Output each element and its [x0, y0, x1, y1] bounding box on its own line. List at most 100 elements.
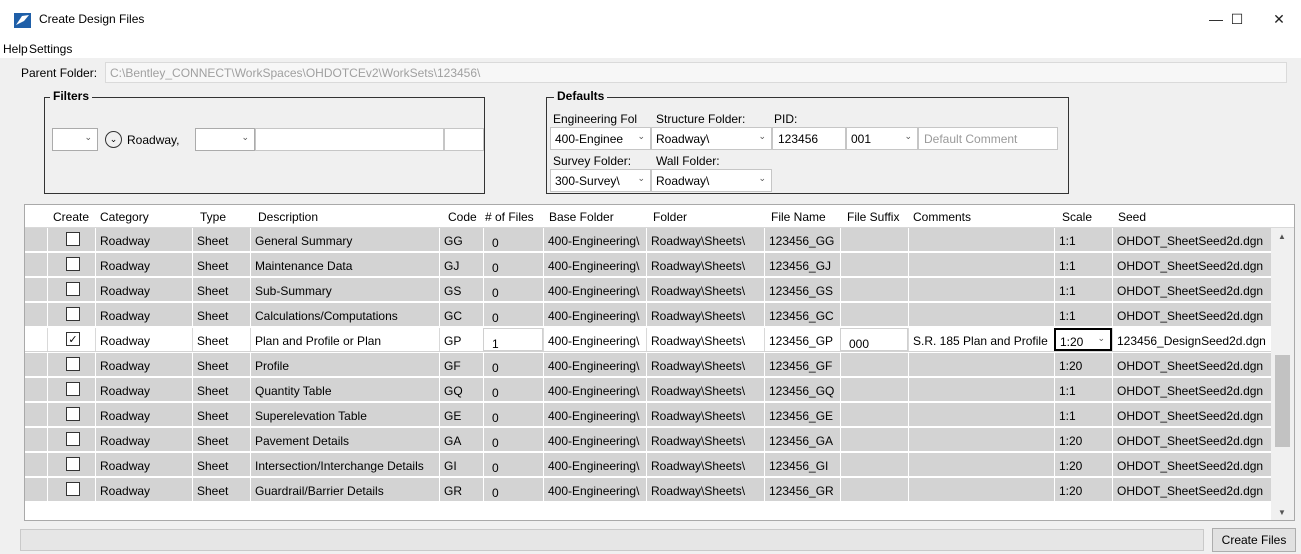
- cell-category: Roadway: [95, 328, 192, 351]
- filter-text-input-2[interactable]: [444, 128, 484, 151]
- table-row[interactable]: Roadway Sheet Sub-Summary GS 0 400-Engineerin…: [25, 278, 1272, 302]
- create-design-files-icon: [14, 13, 31, 28]
- create-checkbox[interactable]: [66, 457, 80, 471]
- table-row[interactable]: Roadway Sheet General Summary GG 0 400-Engine…: [25, 228, 1272, 252]
- wall-folder-combo[interactable]: Roadway\ ⌄: [651, 169, 772, 192]
- create-checkbox[interactable]: ✓: [66, 332, 80, 346]
- row-header[interactable]: [25, 378, 47, 401]
- create-checkbox[interactable]: [66, 482, 80, 496]
- filter-text-input[interactable]: [255, 128, 444, 151]
- cell-folder: Roadway\Sheets\: [646, 228, 764, 251]
- create-checkbox[interactable]: [66, 232, 80, 246]
- create-checkbox[interactable]: [66, 282, 80, 296]
- row-header[interactable]: [25, 478, 47, 501]
- cell-comments: [908, 253, 1054, 276]
- cell-description: General Summary: [250, 228, 439, 251]
- row-header[interactable]: [25, 428, 47, 451]
- cell-files[interactable]: 1: [483, 328, 543, 351]
- parent-folder-input[interactable]: C:\Bentley_CONNECT\WorkSpaces\OHDOTCEv2\…: [105, 62, 1287, 83]
- cell-code: GI: [439, 453, 483, 476]
- create-checkbox[interactable]: [66, 432, 80, 446]
- survey-folder-combo[interactable]: 300-Survey\ ⌄: [550, 169, 651, 192]
- cell-folder: Roadway\Sheets\: [646, 253, 764, 276]
- column-header[interactable]: Folder: [653, 210, 687, 224]
- row-header[interactable]: [25, 278, 47, 301]
- create-cell: [47, 378, 95, 401]
- filter-combo-1[interactable]: ⌄: [52, 128, 98, 151]
- cell-description: Superelevation Table: [250, 403, 439, 426]
- table-row[interactable]: Roadway Sheet Quantity Table GQ 0 400-Enginee…: [25, 378, 1272, 402]
- table-row[interactable]: Roadway Sheet Intersection/Interchange Det…: [25, 453, 1272, 477]
- cell-base: 400-Engineering\: [543, 453, 646, 476]
- close-button[interactable]: ✕: [1256, 0, 1301, 38]
- structure-folder-combo[interactable]: Roadway\ ⌄: [651, 127, 772, 150]
- column-header[interactable]: Code: [448, 210, 477, 224]
- menu-help[interactable]: Help: [3, 42, 28, 56]
- cell-seed: OHDOT_SheetSeed2d.dgn: [1112, 278, 1272, 301]
- table-row[interactable]: Roadway Sheet Profile GF 0 400-Engineering\ Ro…: [25, 353, 1272, 377]
- engineering-folder-combo[interactable]: 400-Enginee ⌄: [550, 127, 651, 150]
- column-header[interactable]: Description: [258, 210, 318, 224]
- table-row[interactable]: Roadway Sheet Calculations/Computations GC 0…: [25, 303, 1272, 327]
- cell-files: 0: [483, 303, 543, 326]
- cell-folder: Roadway\Sheets\: [646, 278, 764, 301]
- vertical-scrollbar[interactable]: ▲ ▼: [1271, 228, 1294, 520]
- cell-description: Calculations/Computations: [250, 303, 439, 326]
- column-header[interactable]: Base Folder: [549, 210, 614, 224]
- row-header[interactable]: [25, 253, 47, 276]
- cell-comments: [908, 378, 1054, 401]
- cell-scale[interactable]: 1:20 ⌄: [1054, 328, 1112, 351]
- table-row[interactable]: ✓ Roadway Sheet Plan and Profile or Plan GP 1…: [25, 328, 1272, 352]
- cell-files: 0: [483, 253, 543, 276]
- cell-code: GA: [439, 428, 483, 451]
- column-header[interactable]: Type: [200, 210, 226, 224]
- cell-suffix: [840, 303, 908, 326]
- chevron-down-icon: ⌄: [84, 132, 92, 142]
- maximize-button[interactable]: ☐: [1214, 0, 1260, 38]
- create-checkbox[interactable]: [66, 382, 80, 396]
- default-comment-input[interactable]: Default Comment: [918, 127, 1058, 150]
- table-row[interactable]: Roadway Sheet Maintenance Data GJ 0 400-Engin…: [25, 253, 1272, 277]
- filter-combo-2[interactable]: ⌄: [195, 128, 255, 151]
- row-header[interactable]: [25, 328, 47, 351]
- window-title: Create Design Files: [39, 12, 145, 26]
- column-header[interactable]: # of Files: [485, 210, 534, 224]
- cell-suffix: [840, 478, 908, 501]
- column-header[interactable]: Comments: [913, 210, 971, 224]
- row-header[interactable]: [25, 403, 47, 426]
- scroll-down-icon[interactable]: ▼: [1278, 508, 1286, 517]
- create-checkbox[interactable]: [66, 257, 80, 271]
- table-row[interactable]: Roadway Sheet Superelevation Table GE 0 400-E…: [25, 403, 1272, 427]
- row-header[interactable]: [25, 303, 47, 326]
- column-header[interactable]: Category: [100, 210, 149, 224]
- column-header[interactable]: Scale: [1062, 210, 1092, 224]
- row-header[interactable]: [25, 228, 47, 251]
- cell-folder: Roadway\Sheets\: [646, 328, 764, 351]
- cell-scale: 1:20: [1054, 428, 1112, 451]
- create-checkbox[interactable]: [66, 307, 80, 321]
- cell-filename: 123456_GE: [764, 403, 840, 426]
- create-checkbox[interactable]: [66, 357, 80, 371]
- row-header[interactable]: [25, 453, 47, 476]
- create-checkbox[interactable]: [66, 407, 80, 421]
- cell-suffix[interactable]: 000: [840, 328, 908, 351]
- cell-comments: [908, 278, 1054, 301]
- column-header[interactable]: Create: [53, 210, 89, 224]
- column-header[interactable]: File Name: [771, 210, 826, 224]
- column-header[interactable]: Seed: [1118, 210, 1146, 224]
- scroll-up-icon[interactable]: ▲: [1278, 232, 1286, 241]
- pid-input[interactable]: 123456: [772, 127, 846, 150]
- create-files-button[interactable]: Create Files: [1212, 528, 1296, 552]
- scroll-thumb[interactable]: [1275, 355, 1290, 447]
- cell-type: Sheet: [192, 478, 250, 501]
- expand-circle-icon[interactable]: ⌄: [105, 131, 122, 148]
- table-row[interactable]: Roadway Sheet Guardrail/Barrier Details GR 0…: [25, 478, 1272, 502]
- row-header[interactable]: [25, 353, 47, 376]
- cell-base: 400-Engineering\: [543, 353, 646, 376]
- pid-suffix-combo[interactable]: 001 ⌄: [846, 127, 918, 150]
- menu-settings[interactable]: Settings: [29, 42, 72, 56]
- cell-comments[interactable]: S.R. 185 Plan and Profile: [908, 328, 1054, 351]
- table-row[interactable]: Roadway Sheet Pavement Details GA 0 400-Engin…: [25, 428, 1272, 452]
- cell-type: Sheet: [192, 303, 250, 326]
- column-header[interactable]: File Suffix: [847, 210, 899, 224]
